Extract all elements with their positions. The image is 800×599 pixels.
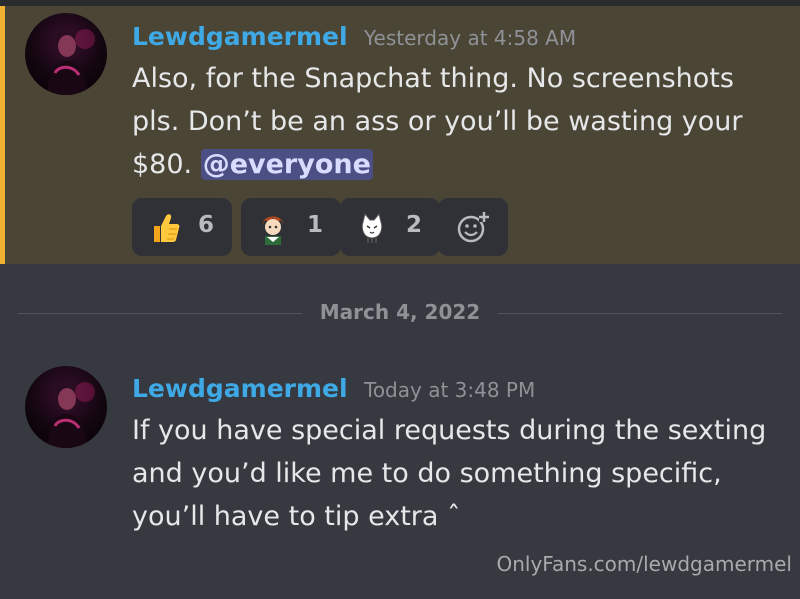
message-timestamp[interactable]: Today at 3:48 PM	[364, 378, 535, 402]
message: Lewdgamermel Today at 3:48 PM If you hav…	[0, 0, 800, 599]
message-line: and you’d like me to do something specif…	[132, 458, 722, 489]
message-line: If you have special requests during the …	[132, 415, 767, 446]
watermark-text: OnlyFans.com/lewdgamermel	[496, 552, 792, 576]
message-line: you’ll have to tip extra ˆ	[132, 501, 461, 532]
avatar-image	[47, 379, 95, 448]
user-avatar[interactable]	[25, 366, 107, 448]
message-content: If you have special requests during the …	[132, 409, 772, 538]
message-username[interactable]: Lewdgamermel	[132, 374, 348, 403]
